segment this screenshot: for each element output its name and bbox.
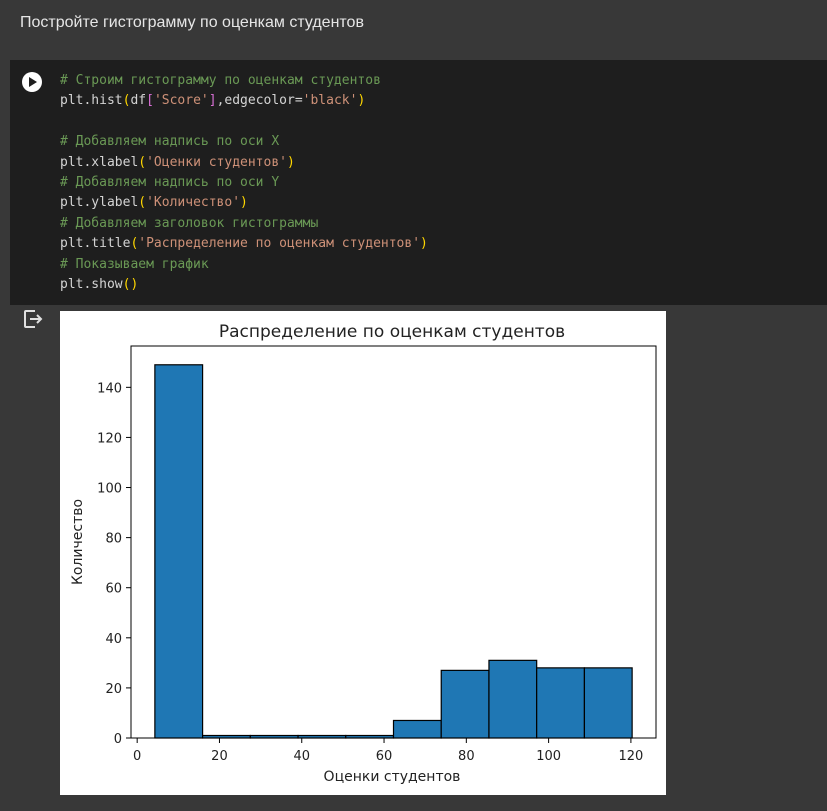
code-token: ): [287, 154, 295, 170]
histogram-bar: [440, 669, 490, 739]
histogram-bar: [583, 667, 633, 739]
code-line: plt.hist(df['Score'],edgecolor='black'): [60, 91, 428, 111]
x-tick-label: 100: [536, 749, 561, 764]
y-ticks: 0 20 40 60 80 100 120 140: [97, 381, 131, 747]
code-token: 'Score': [153, 93, 209, 109]
code-token: plt.xlabel: [60, 154, 139, 170]
run-cell-button[interactable]: [22, 72, 42, 92]
histogram-bar: [392, 719, 442, 739]
x-tick-label: 20: [211, 749, 228, 764]
plot-output: Распределение по оценкам студентов 0 20 40…: [60, 311, 666, 795]
x-tick-label: 40: [293, 749, 310, 764]
code-token: # Строим гистограмму по оценкам студенто…: [60, 73, 381, 88]
y-tick-label: 0: [114, 732, 122, 747]
histogram-bar: [488, 659, 538, 739]
x-axis-label: Оценки студентов: [324, 769, 461, 785]
y-axis-label: Количество: [70, 499, 86, 585]
code-token: ]: [208, 93, 217, 109]
code-line: # Строим гистограмму по оценкам студенто…: [60, 71, 428, 91]
code-token: df: [130, 93, 147, 109]
x-tick-label: 60: [376, 749, 393, 764]
code-token: plt.ylabel: [60, 195, 139, 211]
y-tick-label: 100: [97, 482, 122, 497]
code-token: plt.hist: [60, 93, 123, 109]
x-tick-label: 0: [133, 749, 141, 764]
code-token: # Показываем график: [60, 256, 209, 272]
x-tick-label: 80: [458, 749, 475, 764]
y-tick-label: 60: [105, 582, 122, 597]
y-tick-label: 20: [105, 682, 122, 697]
code-line: plt.xlabel('Оценки студентов'): [60, 153, 428, 173]
code-token: ): [240, 195, 248, 211]
code-editor[interactable]: # Строим гистограмму по оценкам студенто…: [60, 71, 428, 295]
code-token: [: [146, 93, 154, 109]
markdown-cell[interactable]: Постройте гистограмму по оценкам студент…: [0, 0, 827, 60]
code-token: 'Количество': [146, 195, 241, 211]
code-line: # Показываем график: [60, 255, 428, 275]
code-token: (: [138, 154, 147, 170]
code-token: # Добавляем надпись по оси X: [60, 134, 280, 150]
code-line: plt.show(): [60, 275, 428, 295]
code-line: # Добавляем заголовок гистограммы: [60, 214, 428, 234]
code-token: 'black': [302, 93, 358, 109]
code-token: ): [357, 93, 366, 109]
code-token: 'Распределение по оценкам студентов': [138, 236, 421, 252]
code-token: # Добавляем надпись по оси Y: [60, 174, 280, 190]
y-tick-label: 80: [105, 532, 122, 547]
code-token: (: [138, 195, 147, 211]
histogram-chart: Распределение по оценкам студентов 0 20 40…: [70, 322, 657, 785]
code-token: ): [420, 236, 428, 252]
code-token: (): [122, 276, 139, 292]
output-icon[interactable]: [22, 308, 44, 330]
chart-title: Распределение по оценкам студентов: [219, 322, 565, 342]
code-cell[interactable]: # Строим гистограмму по оценкам студенто…: [10, 60, 827, 305]
code-token: 'Оценки студентов': [146, 154, 287, 170]
markdown-text: Постройте гистограмму по оценкам студент…: [20, 14, 364, 31]
code-token: ,edgecolor=: [216, 93, 303, 109]
histogram-bar: [536, 667, 586, 739]
code-line: # Добавляем надпись по оси Y: [60, 173, 428, 193]
y-tick-label: 40: [105, 632, 122, 647]
bars-group: [154, 364, 633, 739]
code-token: # Добавляем заголовок гистограммы: [60, 215, 319, 231]
code-token: plt.title: [60, 236, 131, 252]
histogram-bar: [154, 364, 204, 739]
x-ticks: 0 20 40 60 80 100 120: [133, 738, 643, 764]
y-tick-label: 140: [97, 381, 122, 396]
y-tick-label: 120: [97, 431, 122, 446]
x-tick-label: 120: [618, 749, 643, 764]
code-token: plt.show: [60, 276, 123, 292]
code-line: plt.ylabel('Количество'): [60, 193, 428, 213]
code-line: plt.title('Распределение по оценкам студ…: [60, 234, 428, 254]
code-line: # Добавляем надпись по оси X: [60, 132, 428, 152]
